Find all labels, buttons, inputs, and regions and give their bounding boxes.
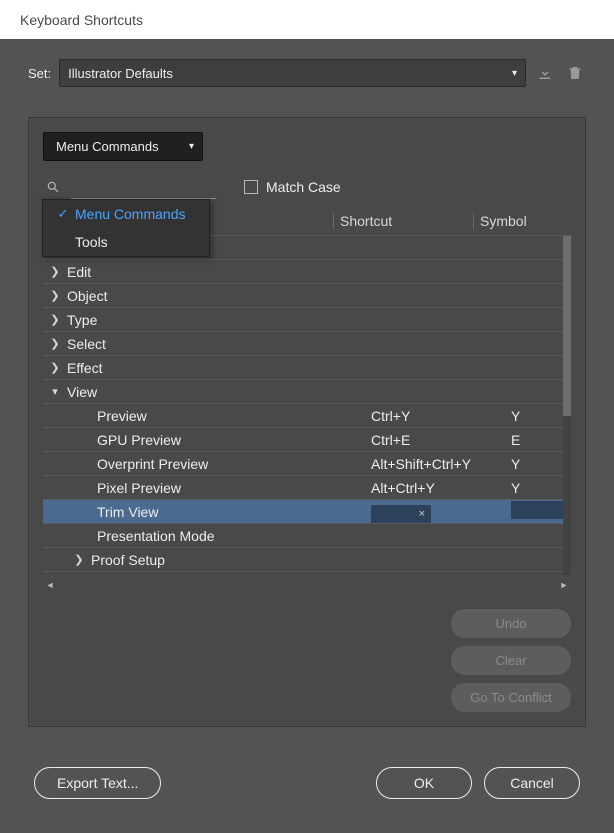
row-symbol[interactable]: E bbox=[511, 432, 571, 448]
row-name: Proof Setup bbox=[91, 552, 571, 568]
chevron-right-icon[interactable]: ❯ bbox=[43, 265, 67, 278]
row-shortcut[interactable]: Ctrl+E bbox=[371, 432, 511, 448]
row-name: Select bbox=[67, 336, 571, 352]
row-name: Overprint Preview bbox=[67, 456, 371, 472]
row-shortcut[interactable]: Alt+Ctrl+Y bbox=[371, 480, 511, 496]
match-case-label: Match Case bbox=[266, 179, 341, 195]
table-row[interactable]: ❯Effect bbox=[43, 356, 571, 380]
table-row[interactable]: ❯Object bbox=[43, 284, 571, 308]
chevron-right-icon[interactable]: ❯ bbox=[43, 337, 67, 350]
set-select[interactable]: Illustrator Defaults ▾ bbox=[59, 59, 526, 87]
check-icon bbox=[51, 206, 75, 222]
row-symbol[interactable]: Y bbox=[511, 480, 571, 496]
table-row[interactable]: ❯Type bbox=[43, 308, 571, 332]
chevron-right-icon[interactable]: ❯ bbox=[43, 313, 67, 326]
ok-button[interactable]: OK bbox=[376, 767, 472, 799]
action-buttons: Undo Clear Go To Conflict bbox=[43, 609, 571, 712]
table-row[interactable]: Presentation Mode bbox=[43, 524, 571, 548]
row-name: Effect bbox=[67, 360, 571, 376]
chevron-right-icon[interactable]: ❯ bbox=[67, 553, 91, 566]
table-row[interactable]: ▾View bbox=[43, 380, 571, 404]
row-shortcut[interactable]: Alt+Shift+Ctrl+Y bbox=[371, 456, 511, 472]
clear-button[interactable]: Clear bbox=[451, 646, 571, 675]
vertical-scrollbar[interactable] bbox=[563, 236, 571, 575]
table-row[interactable]: PreviewCtrl+YY bbox=[43, 404, 571, 428]
table-row[interactable]: GPU PreviewCtrl+EE bbox=[43, 428, 571, 452]
cancel-button[interactable]: Cancel bbox=[484, 767, 580, 799]
row-symbol[interactable]: Y bbox=[511, 456, 571, 472]
horizontal-scrollbar[interactable]: ◄ ► bbox=[43, 577, 571, 593]
save-set-button[interactable] bbox=[534, 62, 556, 84]
undo-button[interactable]: Undo bbox=[451, 609, 571, 638]
dropdown-item-tools[interactable]: Tools bbox=[43, 228, 209, 256]
export-text-button[interactable]: Export Text... bbox=[34, 767, 161, 799]
scroll-thumb[interactable] bbox=[563, 236, 571, 416]
row-symbol[interactable] bbox=[511, 501, 571, 522]
trash-icon bbox=[566, 64, 584, 82]
table-body: ❯File❯Edit❯Object❯Type❯Select❯Effect▾Vie… bbox=[43, 235, 571, 575]
clear-icon[interactable]: × bbox=[419, 508, 425, 520]
row-name: View bbox=[67, 384, 571, 400]
scroll-left-icon[interactable]: ◄ bbox=[43, 580, 57, 590]
search-icon bbox=[43, 180, 63, 194]
table-row[interactable]: Pixel PreviewAlt+Ctrl+YY bbox=[43, 476, 571, 500]
set-row: Set: Illustrator Defaults ▾ bbox=[28, 59, 586, 87]
table-row[interactable]: Overprint PreviewAlt+Shift+Ctrl+YY bbox=[43, 452, 571, 476]
row-name: Trim View bbox=[67, 504, 371, 520]
row-name: Pixel Preview bbox=[67, 480, 371, 496]
download-icon bbox=[536, 64, 554, 82]
row-shortcut[interactable]: × bbox=[371, 501, 511, 523]
chevron-down-icon: ▾ bbox=[512, 68, 517, 79]
search-row: Match Case bbox=[43, 175, 571, 199]
table-row[interactable]: ❯Proof Setup bbox=[43, 548, 571, 572]
goto-conflict-button[interactable]: Go To Conflict bbox=[451, 683, 571, 712]
chevron-right-icon[interactable]: ❯ bbox=[43, 361, 67, 374]
header-symbol[interactable]: Symbol bbox=[473, 213, 553, 229]
chevron-down-icon[interactable]: ▾ bbox=[43, 385, 67, 398]
dialog-title: Keyboard Shortcuts bbox=[20, 12, 143, 28]
header-shortcut[interactable]: Shortcut bbox=[333, 213, 473, 229]
category-value: Menu Commands bbox=[56, 139, 159, 154]
chevron-right-icon[interactable]: ❯ bbox=[43, 289, 67, 302]
scroll-right-icon[interactable]: ► bbox=[557, 580, 571, 590]
table-row[interactable]: ❯Edit bbox=[43, 260, 571, 284]
row-name: Object bbox=[67, 288, 571, 304]
row-name: GPU Preview bbox=[67, 432, 371, 448]
dialog-content: Set: Illustrator Defaults ▾ Menu Command… bbox=[0, 39, 614, 747]
search-input[interactable] bbox=[71, 175, 216, 199]
titlebar: Keyboard Shortcuts bbox=[0, 0, 614, 39]
row-shortcut[interactable]: Ctrl+Y bbox=[371, 408, 511, 424]
table-row[interactable]: ❯Select bbox=[43, 332, 571, 356]
delete-set-button[interactable] bbox=[564, 62, 586, 84]
category-dropdown-button[interactable]: Menu Commands ▾ bbox=[43, 132, 203, 161]
match-case-checkbox[interactable] bbox=[244, 180, 258, 194]
row-name: Preview bbox=[67, 408, 371, 424]
keyboard-shortcuts-dialog: Keyboard Shortcuts Set: Illustrator Defa… bbox=[0, 0, 614, 833]
row-name: Edit bbox=[67, 264, 571, 280]
chevron-down-icon: ▾ bbox=[189, 141, 194, 152]
dropdown-item-menu-commands[interactable]: Menu Commands bbox=[43, 200, 209, 228]
set-value: Illustrator Defaults bbox=[68, 66, 173, 81]
row-name: Type bbox=[67, 312, 571, 328]
dialog-footer: Export Text... OK Cancel bbox=[0, 747, 614, 833]
row-symbol[interactable]: Y bbox=[511, 408, 571, 424]
table-row[interactable]: Trim View × bbox=[43, 500, 571, 524]
category-dropdown-menu: Menu Commands Tools bbox=[42, 199, 210, 257]
set-label: Set: bbox=[28, 66, 51, 81]
row-name: Presentation Mode bbox=[67, 528, 371, 544]
